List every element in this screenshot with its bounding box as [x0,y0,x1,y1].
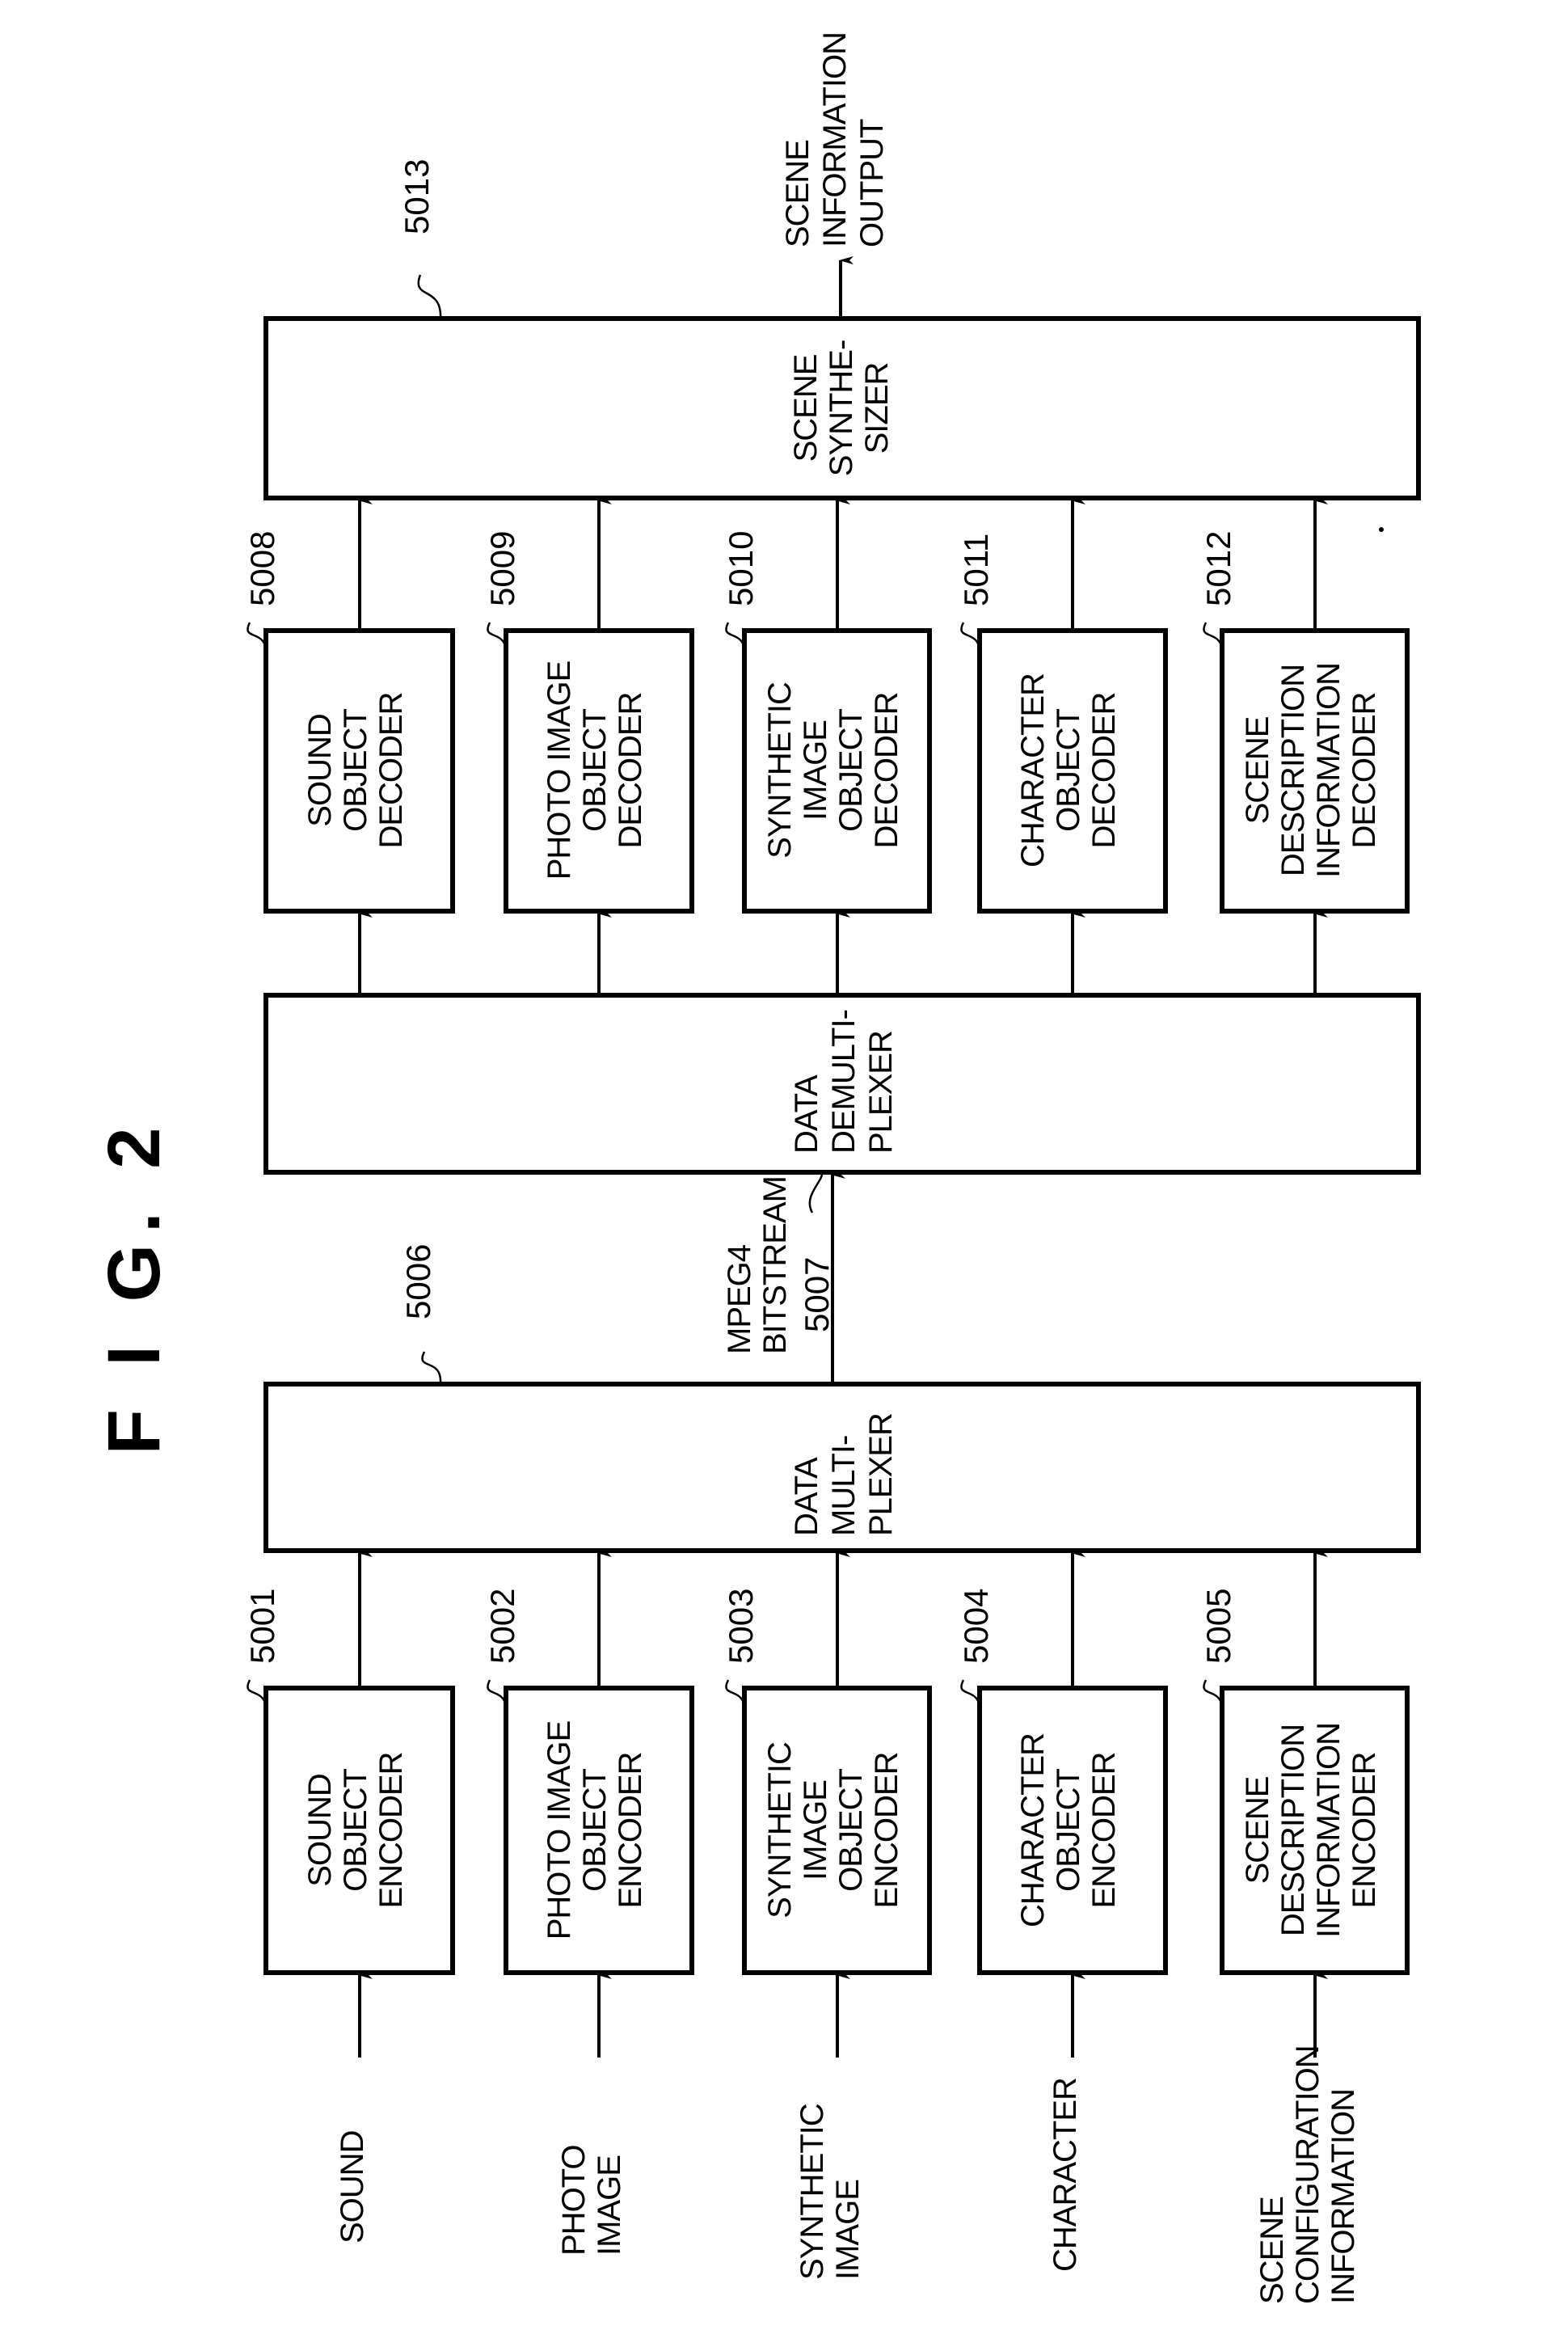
scene-information-output-label: SCENE INFORMATION OUTPUT [780,32,890,247]
scene-synthesizer-label-line: SYNTHE- [824,340,859,477]
decoder-label-5010-line: DECODER [869,692,904,848]
ref-5001: 5001 [243,1589,281,1664]
input-label-2-line: SYNTHETIC [795,2104,830,2280]
decoder-label-5012-line: DESCRIPTION [1275,665,1311,876]
input-label-4-line: INFORMATION [1326,2089,1361,2304]
input-label-0-line: SOUND [335,2131,370,2243]
data-multiplexer-label-line: MULTI- [826,1436,862,1536]
encoder-label-5004-line: CHARACTER [1015,1733,1051,1927]
encoder-label-5003-line: OBJECT [833,1769,869,1892]
decoder-label-5011-line: CHARACTER [1015,673,1051,867]
ref-5008: 5008 [243,531,281,606]
input-label-1-line: IMAGE [592,2155,627,2256]
leader-5001 [247,1679,268,1713]
mpeg4-bitstream-label-line: BITSTREAM [757,1176,793,1354]
leader-5008 [247,622,268,656]
ref-5002: 5002 [483,1589,521,1664]
input-label-0: SOUND [335,2131,370,2243]
ref-5007: 5007 [798,1257,836,1332]
input-label-4-line: SCENE [1254,2197,1290,2304]
encoder-label-5001-line: ENCODER [373,1752,409,1908]
decoder-label-5011-line: DECODER [1086,692,1122,848]
encoder-label-5003-line: IMAGE [798,1780,833,1880]
encoder-label-5005-line: DESCRIPTION [1275,1724,1311,1936]
leader-5012 [1203,622,1224,656]
input-label-2: SYNTHETIC IMAGE [795,2104,866,2280]
scene-synthesizer-label-line: SCENE [788,355,824,462]
encoder-label-5002-line: ENCODER [613,1752,648,1908]
data-demultiplexer-label-line: PLEXER [863,1031,899,1154]
input-label-1: PHOTO IMAGE [556,2145,627,2256]
scene-information-output-label-line: SCENE [780,140,816,247]
encoder-label-5004-line: OBJECT [1051,1769,1086,1892]
ref-5003: 5003 [722,1589,760,1664]
data-demultiplexer-label-line: DATA [789,1074,824,1154]
encoder-label-5003-line: SYNTHETIC [762,1742,798,1918]
encoder-label-5001: SOUND OBJECT ENCODER [302,1752,409,1908]
decoder-label-5009-line: PHOTO IMAGE [542,661,577,880]
input-label-3-line: CHARACTER [1047,2078,1083,2272]
decoder-label-5012-line: DECODER [1347,692,1382,848]
leader-5010 [725,622,746,656]
data-multiplexer-label-line: PLEXER [863,1413,899,1536]
encoder-label-5005-line: ENCODER [1347,1752,1382,1908]
encoder-label-5004-line: ENCODER [1086,1752,1122,1908]
input-label-2-line: IMAGE [830,2180,866,2280]
decoder-label-5010-line: IMAGE [798,720,833,821]
block-diagram: F I G. 2SCENE SYNTHE- SIZER5013 SCENE INFORM… [93,32,1421,2304]
encoder-label-5002-line: OBJECT [577,1769,613,1892]
encoder-label-5001-line: OBJECT [338,1769,373,1892]
scene-information-output-label-line: INFORMATION [817,32,853,247]
ref-5004: 5004 [957,1589,995,1664]
decoder-label-5008-line: DECODER [373,692,409,848]
ref-5011: 5011 [957,534,995,606]
encoder-label-5005-line: INFORMATION [1311,1723,1347,1938]
leader-5006 [421,1351,442,1385]
ref-5005: 5005 [1199,1589,1237,1664]
mpeg4-bitstream-label: MPEG4 BITSTREAM [722,1176,793,1354]
input-label-4: SCENE CONFIGURATION INFORMATION [1254,2045,1361,2304]
encoder-label-5005-line: SCENE [1240,1777,1275,1885]
leader-5011 [960,622,981,656]
decoder-label-5009-line: OBJECT [577,709,613,832]
scene-information-output-label-line: OUTPUT [854,119,890,247]
leader-5003 [725,1679,746,1713]
decoder-label-5008-line: SOUND [302,714,338,826]
leader-5009 [487,622,508,656]
encoder-label-5003-line: ENCODER [869,1752,904,1908]
mpeg4-bitstream-label-line: MPEG4 [722,1244,757,1354]
data-demultiplexer-label-line: DEMULTI- [826,1010,862,1154]
data-multiplexer-label-line: DATA [789,1457,824,1536]
figure-title: F I G. 2 [93,1116,175,1455]
ref-5013: 5013 [398,159,436,234]
decoder-label-5010-line: SYNTHETIC [762,682,798,859]
ref-5009: 5009 [483,531,521,606]
leader-5005 [1203,1679,1224,1713]
leader-5002 [487,1679,508,1713]
decoder-label-5012-line: SCENE [1240,717,1275,825]
input-label-1-line: PHOTO [556,2145,592,2256]
encoder-label-5002-line: PHOTO IMAGE [542,1721,577,1940]
ref-5010: 5010 [722,531,760,606]
decoder-label-5008-line: OBJECT [338,709,373,832]
input-label-4-line: CONFIGURATION [1290,2045,1326,2304]
scene-synthesizer-label-line: SIZER [859,362,895,454]
input-label-3: CHARACTER [1047,2078,1083,2272]
leader-5013 [417,274,442,319]
decoder-label-5008: SOUND OBJECT DECODER [302,692,409,848]
ref-5006: 5006 [399,1244,437,1319]
decoder-label-5010-line: OBJECT [833,709,869,832]
ref-5012: 5012 [1199,531,1237,606]
encoder-label-5001-line: SOUND [302,1774,338,1886]
leader-5004 [960,1679,981,1713]
stray-dot [1379,527,1384,532]
leader-5007 [808,1171,824,1213]
decoder-label-5012-line: INFORMATION [1311,663,1347,878]
decoder-label-5011-line: OBJECT [1051,709,1086,832]
decoder-label-5009-line: DECODER [613,692,648,848]
